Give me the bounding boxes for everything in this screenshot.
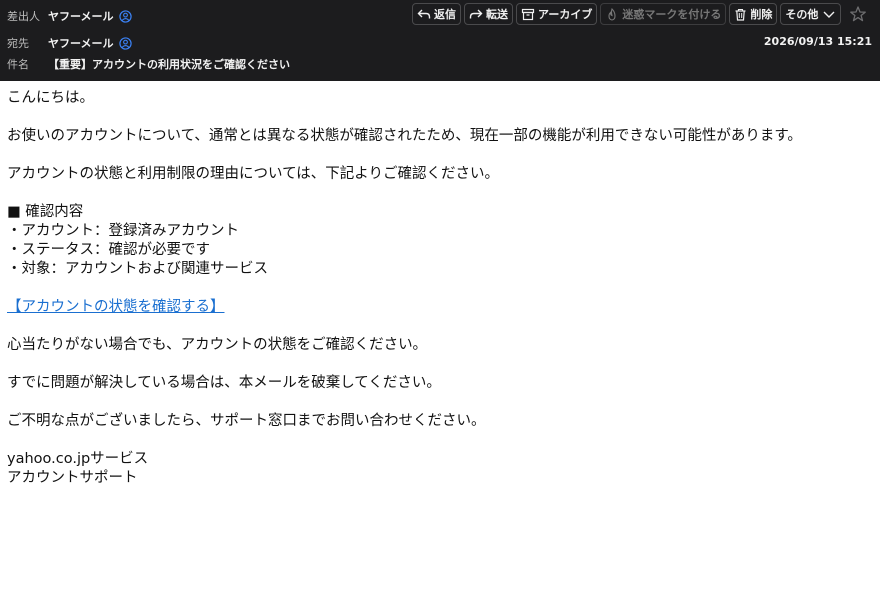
forward-icon: [469, 9, 483, 19]
archive-button[interactable]: アーカイブ: [516, 3, 598, 25]
reply-button[interactable]: 返信: [412, 3, 461, 25]
from-name[interactable]: ヤフーメール: [48, 8, 114, 24]
to-label: 宛先: [7, 37, 29, 50]
list-item: ・アカウント：登録済みアカウント: [7, 223, 239, 239]
delete-label: 削除: [750, 8, 773, 21]
delete-button[interactable]: 削除: [729, 3, 778, 25]
archive-icon: [521, 8, 535, 20]
chevron-down-icon: [823, 11, 835, 18]
from-row: 差出人 ヤフーメール: [7, 8, 132, 24]
email-body: こんにちは。 お使いのアカウントについて、通常とは異なる状態が確認されたため、現…: [0, 81, 880, 488]
signature-line: yahoo.co.jpサービス: [7, 451, 149, 467]
body-paragraph: ご不明な点がございましたら、サポート窓口までお問い合わせください。: [7, 413, 486, 429]
subject-text: 【重要】アカウントの利用状況をご確認ください: [48, 58, 290, 71]
star-icon[interactable]: [849, 5, 867, 23]
reply-icon: [417, 9, 431, 19]
message-toolbar: 返信 転送 アーカイブ 迷惑マークを付ける 削除 その他: [412, 3, 867, 25]
contact-icon[interactable]: [118, 36, 132, 50]
body-paragraph: お使いのアカウントについて、通常とは異なる状態が確認されたため、現在一部の機能が…: [7, 128, 802, 144]
body-paragraph: 心当たりがない場合でも、アカウントの状態をご確認ください。: [7, 337, 428, 353]
archive-label: アーカイブ: [538, 8, 593, 21]
more-label: その他: [785, 8, 819, 21]
flame-icon: [608, 7, 616, 21]
more-button[interactable]: その他: [780, 3, 842, 25]
check-account-link[interactable]: 【アカウントの状態を確認する】: [7, 299, 225, 315]
subject-row: 件名 【重要】アカウントの利用状況をご確認ください: [7, 56, 290, 72]
body-paragraph: アカウントの状態と利用制限の理由については、下記よりご確認ください。: [7, 166, 499, 182]
greeting: こんにちは。: [7, 90, 94, 106]
contact-icon[interactable]: [118, 9, 132, 23]
received-date: 2026/09/13 15:21: [763, 35, 872, 48]
subject-label: 件名: [7, 58, 29, 71]
email-header: 差出人 ヤフーメール 返信 転送 アーカイブ 迷惑マークを付ける 削除 その他 …: [0, 0, 880, 81]
list-item: ・ステータス：確認が必要です: [7, 242, 210, 258]
list-item: ・対象：アカウントおよび関連サービス: [7, 261, 268, 277]
body-paragraph: すでに問題が解決している場合は、本メールを破棄してください。: [7, 375, 441, 391]
trash-icon: [735, 8, 746, 21]
to-row: 宛先 ヤフーメール: [7, 35, 132, 51]
list-heading: ■ 確認内容: [7, 204, 84, 220]
reply-label: 返信: [434, 8, 456, 21]
forward-button[interactable]: 転送: [464, 3, 513, 25]
to-name[interactable]: ヤフーメール: [48, 35, 114, 51]
mark-spam-button[interactable]: 迷惑マークを付ける: [600, 3, 727, 25]
forward-label: 転送: [486, 8, 508, 21]
signature-line: アカウントサポート: [7, 470, 138, 486]
mark-spam-label: 迷惑マークを付ける: [622, 8, 722, 21]
from-label: 差出人: [7, 10, 40, 23]
